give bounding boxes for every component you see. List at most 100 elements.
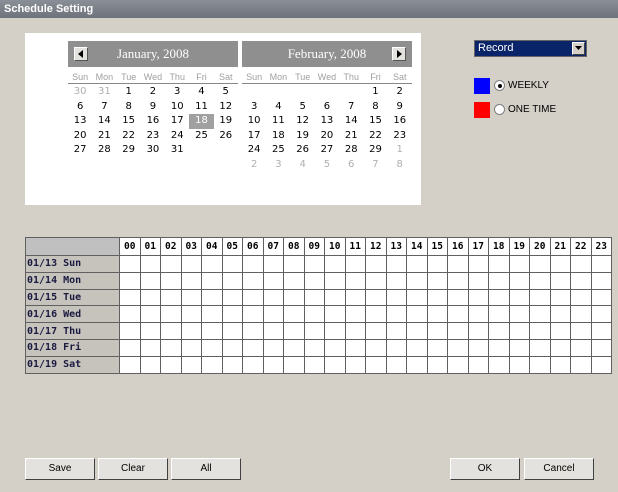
schedule-cell[interactable] bbox=[488, 322, 510, 340]
schedule-cell[interactable] bbox=[221, 355, 243, 374]
calendar-day[interactable]: 19 bbox=[214, 114, 238, 129]
schedule-cell[interactable] bbox=[590, 338, 612, 357]
calendar-day[interactable]: 25 bbox=[189, 129, 213, 144]
calendar-day[interactable]: 11 bbox=[189, 100, 213, 115]
calendar-day[interactable]: 21 bbox=[339, 129, 363, 144]
schedule-cell[interactable] bbox=[426, 338, 448, 357]
schedule-cell[interactable] bbox=[242, 355, 264, 374]
schedule-cell[interactable] bbox=[385, 355, 407, 374]
calendar-day[interactable]: 4 bbox=[266, 100, 290, 115]
schedule-cell[interactable] bbox=[406, 322, 428, 340]
schedule-cell[interactable] bbox=[262, 322, 284, 340]
calendar-day[interactable]: 15 bbox=[117, 114, 141, 129]
schedule-cell[interactable] bbox=[221, 338, 243, 357]
schedule-cell[interactable] bbox=[426, 271, 448, 290]
calendar-day[interactable]: 18 bbox=[266, 129, 290, 144]
schedule-cell[interactable] bbox=[119, 355, 141, 374]
cancel-button[interactable]: Cancel bbox=[524, 458, 594, 480]
schedule-cell[interactable] bbox=[385, 305, 407, 324]
schedule-cell[interactable] bbox=[508, 255, 530, 273]
calendar-day[interactable]: 13 bbox=[68, 114, 92, 129]
schedule-cell[interactable] bbox=[590, 322, 612, 340]
calendar-day[interactable]: 27 bbox=[68, 143, 92, 158]
schedule-cell[interactable] bbox=[365, 288, 387, 307]
schedule-cell[interactable] bbox=[467, 288, 489, 307]
schedule-cell[interactable] bbox=[570, 322, 592, 340]
calendar-day[interactable]: 20 bbox=[315, 129, 339, 144]
calendar-day[interactable]: 24 bbox=[242, 143, 266, 158]
schedule-cell[interactable] bbox=[529, 255, 551, 273]
schedule-cell[interactable] bbox=[283, 322, 305, 340]
calendar-day[interactable]: 24 bbox=[165, 129, 189, 144]
schedule-cell[interactable] bbox=[180, 255, 202, 273]
calendar-day[interactable]: 26 bbox=[214, 129, 238, 144]
calendar-day[interactable]: 5 bbox=[214, 85, 238, 100]
schedule-cell[interactable] bbox=[426, 322, 448, 340]
calendar-day[interactable]: 5 bbox=[315, 158, 339, 173]
calendar-day[interactable]: 31 bbox=[92, 85, 116, 100]
calendar-day[interactable]: 2 bbox=[242, 158, 266, 173]
schedule-cell[interactable] bbox=[344, 338, 366, 357]
calendar-day[interactable]: 16 bbox=[141, 114, 165, 129]
schedule-cell[interactable] bbox=[324, 271, 346, 290]
calendar-day[interactable]: 17 bbox=[242, 129, 266, 144]
schedule-cell[interactable] bbox=[242, 322, 264, 340]
schedule-cell[interactable] bbox=[139, 305, 161, 324]
schedule-cell[interactable] bbox=[467, 271, 489, 290]
mode-select[interactable]: Record bbox=[474, 40, 587, 57]
schedule-cell[interactable] bbox=[344, 288, 366, 307]
schedule-cell[interactable] bbox=[385, 338, 407, 357]
calendar-day[interactable]: 27 bbox=[315, 143, 339, 158]
calendar-day[interactable]: 3 bbox=[165, 85, 189, 100]
schedule-cell[interactable] bbox=[365, 305, 387, 324]
schedule-cell[interactable] bbox=[406, 271, 428, 290]
schedule-cell[interactable] bbox=[344, 255, 366, 273]
schedule-cell[interactable] bbox=[508, 271, 530, 290]
schedule-cell[interactable] bbox=[221, 271, 243, 290]
schedule-cell[interactable] bbox=[426, 288, 448, 307]
schedule-cell[interactable] bbox=[549, 288, 571, 307]
chevron-down-icon[interactable] bbox=[572, 42, 585, 55]
save-button[interactable]: Save bbox=[25, 458, 95, 480]
schedule-cell[interactable] bbox=[488, 271, 510, 290]
schedule-cell[interactable] bbox=[119, 338, 141, 357]
schedule-cell[interactable] bbox=[447, 355, 469, 374]
schedule-cell[interactable] bbox=[529, 288, 551, 307]
schedule-cell[interactable] bbox=[488, 338, 510, 357]
schedule-cell[interactable] bbox=[283, 288, 305, 307]
schedule-cell[interactable] bbox=[160, 271, 182, 290]
schedule-cell[interactable] bbox=[529, 338, 551, 357]
arrow-left-icon[interactable] bbox=[74, 47, 88, 61]
schedule-cell[interactable] bbox=[467, 305, 489, 324]
schedule-cell[interactable] bbox=[549, 322, 571, 340]
schedule-cell[interactable] bbox=[344, 355, 366, 374]
one-time-radio[interactable] bbox=[494, 104, 505, 115]
schedule-cell[interactable] bbox=[119, 305, 141, 324]
schedule-cell[interactable] bbox=[139, 338, 161, 357]
calendar-day[interactable]: 23 bbox=[141, 129, 165, 144]
schedule-cell[interactable] bbox=[303, 271, 325, 290]
calendar-day[interactable]: 7 bbox=[92, 100, 116, 115]
schedule-cell[interactable] bbox=[590, 305, 612, 324]
calendar-day[interactable]: 1 bbox=[117, 85, 141, 100]
schedule-cell[interactable] bbox=[262, 305, 284, 324]
schedule-cell[interactable] bbox=[570, 338, 592, 357]
calendar-day[interactable]: 5 bbox=[291, 100, 315, 115]
schedule-cell[interactable] bbox=[447, 322, 469, 340]
calendar-day[interactable]: 12 bbox=[214, 100, 238, 115]
schedule-cell[interactable] bbox=[303, 305, 325, 324]
schedule-cell[interactable] bbox=[406, 355, 428, 374]
calendar-day[interactable]: 2 bbox=[388, 85, 412, 100]
schedule-cell[interactable] bbox=[221, 288, 243, 307]
calendar-day[interactable]: 11 bbox=[266, 114, 290, 129]
calendar-day[interactable]: 6 bbox=[68, 100, 92, 115]
schedule-cell[interactable] bbox=[324, 305, 346, 324]
schedule-cell[interactable] bbox=[139, 255, 161, 273]
schedule-cell[interactable] bbox=[426, 305, 448, 324]
schedule-cell[interactable] bbox=[406, 305, 428, 324]
schedule-cell[interactable] bbox=[201, 271, 223, 290]
calendar-day[interactable]: 3 bbox=[242, 100, 266, 115]
schedule-cell[interactable] bbox=[262, 338, 284, 357]
schedule-cell[interactable] bbox=[385, 271, 407, 290]
schedule-cell[interactable] bbox=[283, 255, 305, 273]
